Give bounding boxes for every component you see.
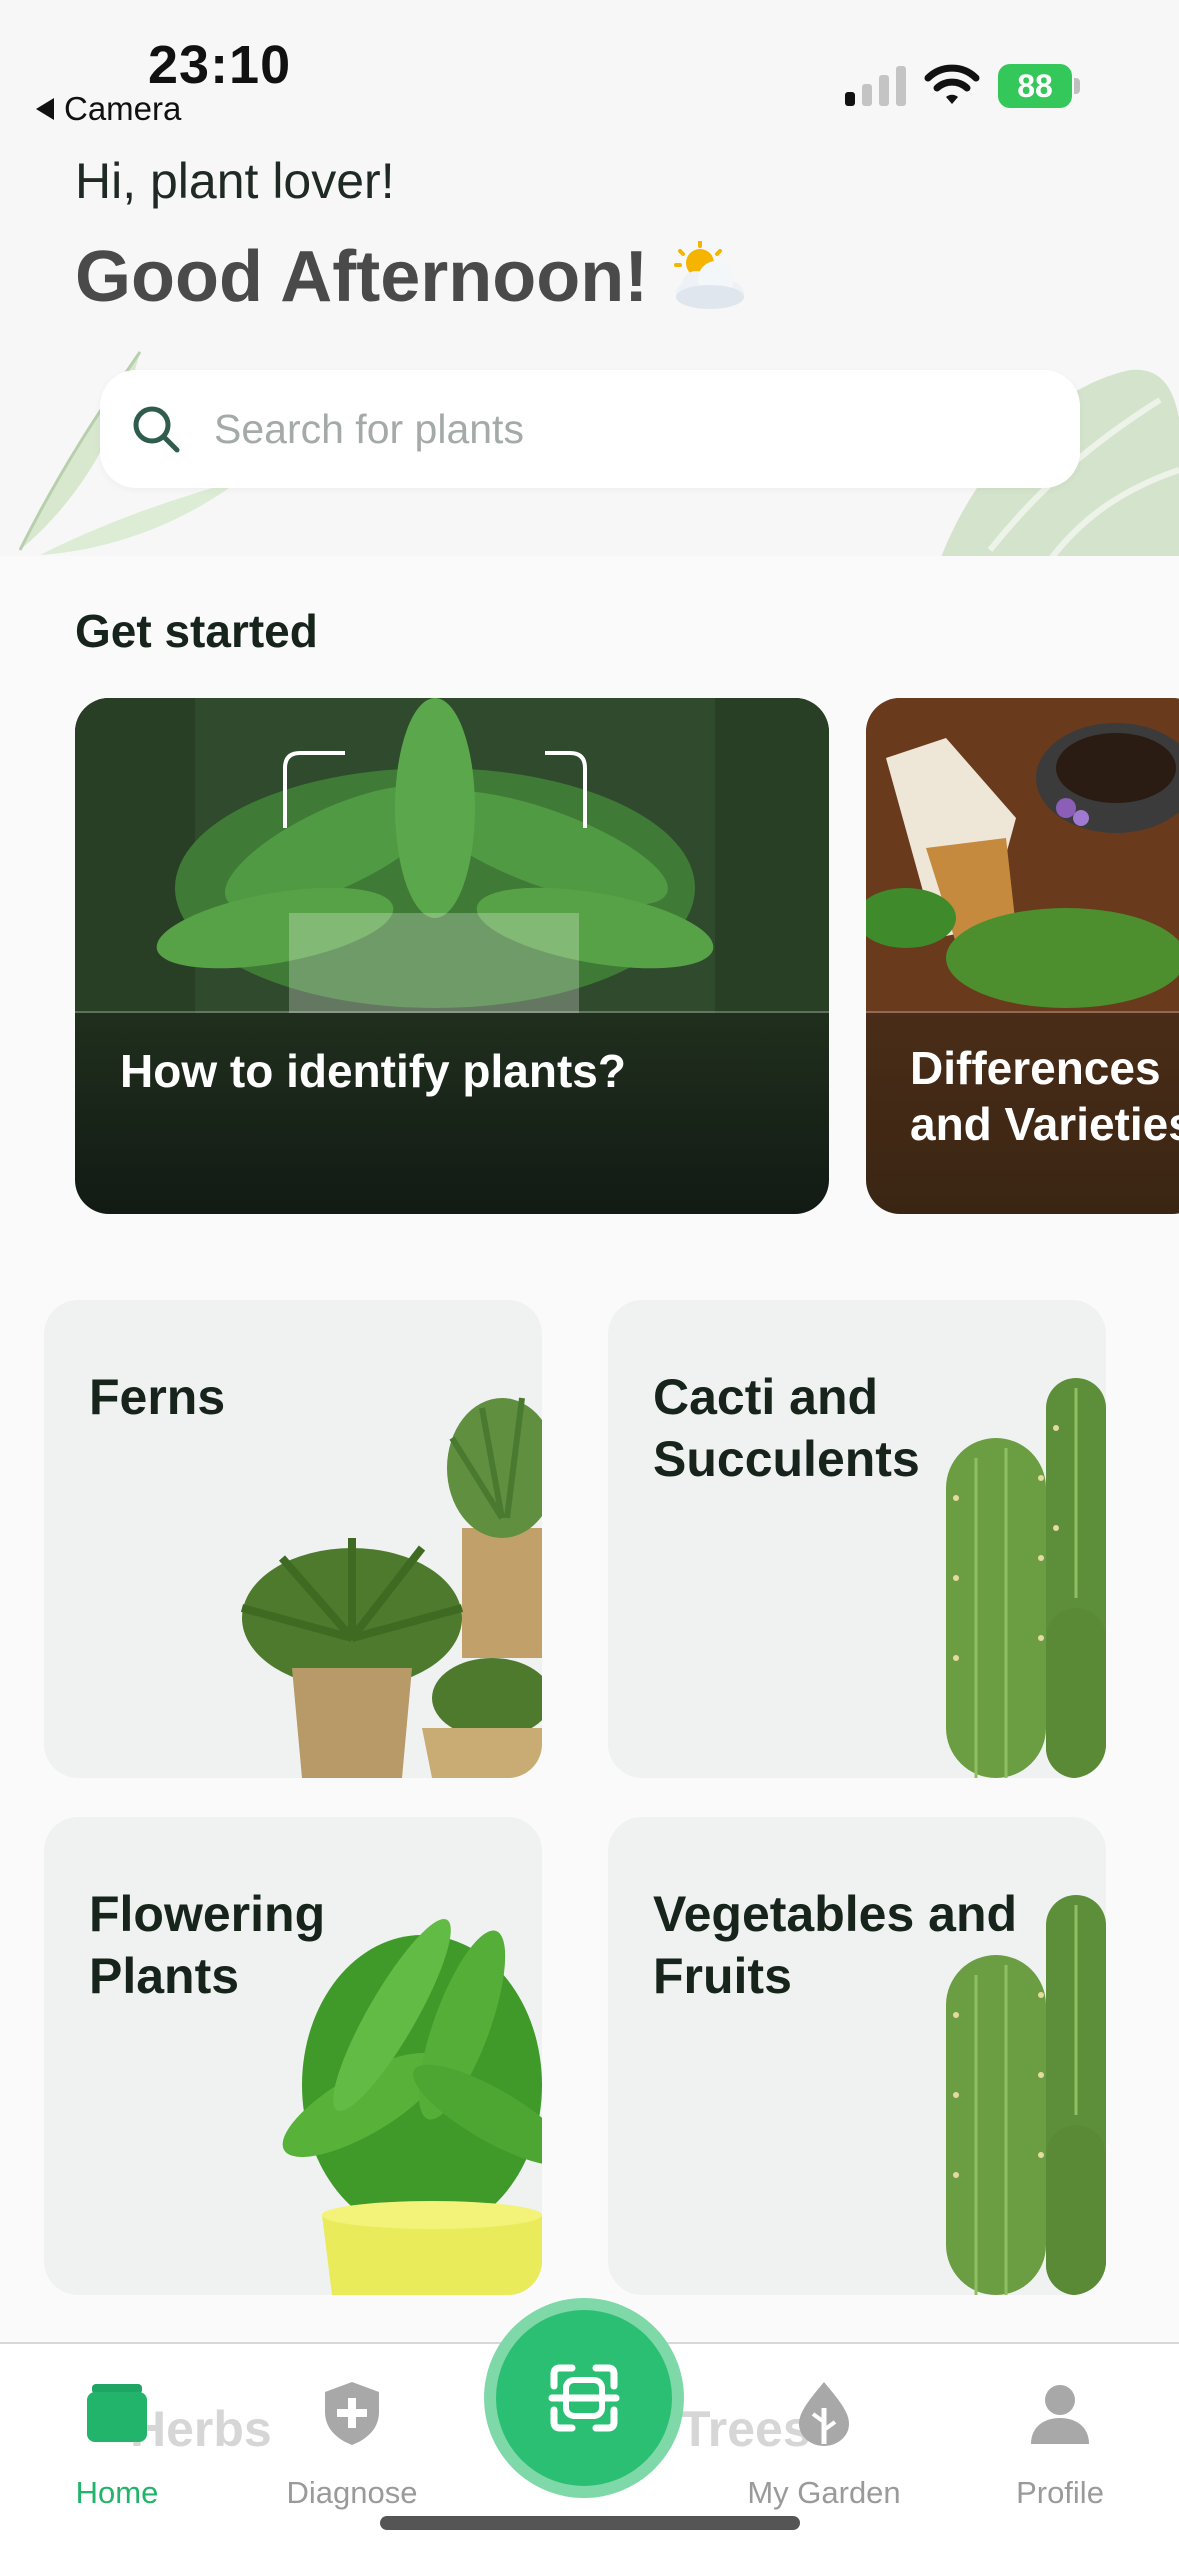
scan-button[interactable] bbox=[484, 2298, 684, 2498]
search-input[interactable] bbox=[212, 404, 1016, 454]
battery-icon: 88 bbox=[998, 64, 1080, 108]
cactus-image bbox=[946, 1895, 1106, 2295]
cellular-signal-icon bbox=[845, 66, 906, 106]
gardening-tools-illustration bbox=[866, 698, 1179, 1013]
sun-behind-cloud-icon bbox=[674, 241, 745, 309]
home-indicator[interactable] bbox=[380, 2516, 800, 2530]
get-started-card-identify[interactable]: How to identify plants? bbox=[75, 698, 829, 1214]
category-card-ferns[interactable]: Ferns bbox=[44, 1300, 542, 1778]
home-icon bbox=[87, 2384, 147, 2442]
tab-label: Diagnose bbox=[286, 2475, 418, 2510]
tab-profile[interactable]: Profile bbox=[970, 2378, 1150, 2511]
tab-label: My Garden bbox=[747, 2475, 901, 2510]
search-bar[interactable] bbox=[100, 370, 1080, 488]
get-started-card-label: Differences and Varieties bbox=[910, 1042, 1179, 1150]
tab-label: Profile bbox=[1016, 2475, 1104, 2510]
tab-diagnose[interactable]: Diagnose bbox=[262, 2378, 442, 2511]
page-title: Good Afternoon! bbox=[75, 236, 748, 318]
tab-label: Home bbox=[75, 2475, 159, 2510]
battery-level: 88 bbox=[998, 64, 1072, 108]
category-name: Ferns bbox=[89, 1369, 226, 1425]
cactus-image bbox=[946, 1378, 1106, 1778]
get-started-card-differences[interactable]: Differences and Varieties bbox=[866, 698, 1179, 1214]
get-started-card-label: How to identify plants? bbox=[120, 1045, 626, 1097]
back-to-app-button[interactable]: Camera bbox=[36, 90, 181, 128]
search-icon bbox=[133, 406, 180, 453]
leaf-drop-icon bbox=[799, 2382, 849, 2446]
shield-plus-icon bbox=[325, 2382, 379, 2445]
status-time: 23:10 bbox=[148, 35, 292, 95]
back-arrow-icon bbox=[36, 98, 54, 120]
wifi-icon bbox=[924, 64, 980, 104]
plant-scan-illustration bbox=[75, 698, 829, 1013]
back-app-label: Camera bbox=[64, 90, 182, 127]
fern-pots-image bbox=[240, 1397, 542, 1778]
category-name: Cacti and Succulents bbox=[653, 1369, 920, 1487]
tab-home[interactable]: Home bbox=[27, 2378, 207, 2511]
section-title-get-started: Get started bbox=[75, 605, 318, 657]
flowering-plant-image bbox=[282, 1918, 542, 2295]
category-card-flowering-plants[interactable]: Flowering Plants bbox=[44, 1817, 542, 2295]
person-icon bbox=[1031, 2385, 1089, 2444]
scan-icon bbox=[548, 2364, 620, 2432]
greeting-text: Hi, plant lover! bbox=[75, 153, 395, 209]
category-card-vegetables-fruits[interactable]: Vegetables and Fruits bbox=[608, 1817, 1106, 2295]
tab-my-garden[interactable]: My Garden bbox=[734, 2378, 914, 2511]
headline-text: Good Afternoon! bbox=[75, 237, 649, 317]
category-card-cacti[interactable]: Cacti and Succulents bbox=[608, 1300, 1106, 1778]
